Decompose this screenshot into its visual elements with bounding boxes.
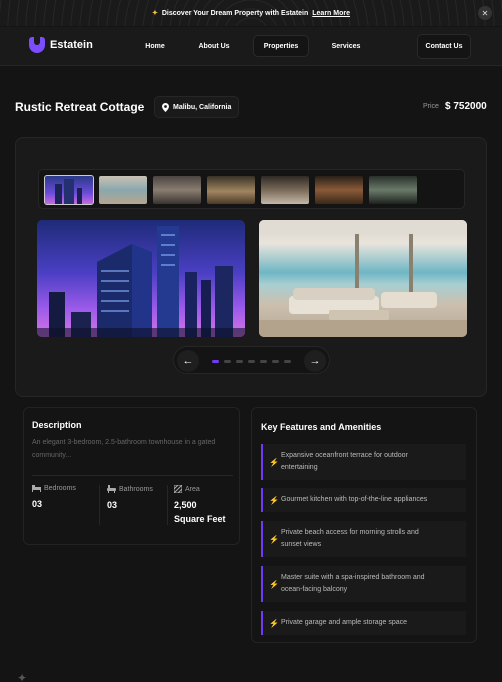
location-text: Malibu, California — [173, 103, 232, 111]
feature-text: Private garage and ample storage space — [281, 619, 408, 626]
sparkle-icon: ✦ — [17, 671, 28, 682]
property-title: Rustic Retreat Cottage — [15, 100, 145, 114]
pager-dot-1[interactable] — [212, 360, 219, 363]
contact-us-button[interactable]: Contact Us — [417, 34, 471, 59]
pager-dot-5[interactable] — [260, 360, 267, 363]
bath-icon — [107, 485, 116, 493]
price-label: Price — [423, 103, 439, 110]
area-icon — [174, 485, 182, 493]
promo-banner: ✦ Discover Your Dream Property with Esta… — [0, 0, 502, 26]
feature-item: ⚡ Expansive oceanfront terrace for outdo… — [261, 444, 466, 480]
main-image-right[interactable] — [259, 220, 467, 337]
bedrooms-value: 03 — [32, 499, 43, 509]
pager-dot-4[interactable] — [248, 360, 255, 363]
features-card: Key Features and Amenities ⚡ Expansive o… — [251, 407, 477, 643]
feature-text: ocean-facing balcony — [281, 586, 348, 593]
description-text: An elegant 3-bedroom, 2.5-bathroom townh… — [32, 439, 216, 459]
feature-item: ⚡ Master suite with a spa-inspired bathr… — [261, 566, 466, 602]
area-value: 2,500 Square Feet — [174, 498, 226, 526]
bathrooms-value: 03 — [107, 500, 118, 510]
thumbnail-2[interactable] — [99, 176, 147, 204]
divider — [167, 485, 168, 525]
logo[interactable]: Estatein — [29, 37, 93, 53]
pager-dot-7[interactable] — [284, 360, 291, 363]
thumbnail-3[interactable] — [153, 176, 201, 204]
lightning-icon: ⚡ — [269, 534, 279, 544]
lightning-icon: ⚡ — [269, 618, 279, 628]
description-card: Description An elegant 3-bedroom, 2.5-ba… — [23, 407, 240, 545]
thumbnail-5[interactable] — [261, 176, 309, 204]
stat-bathrooms: Bathrooms 03 — [107, 485, 153, 512]
thumbnail-6[interactable] — [315, 176, 363, 204]
arrow-right-icon[interactable]: → — [304, 350, 326, 372]
thumbnail-4[interactable] — [207, 176, 255, 204]
logo-text: Estatein — [50, 39, 93, 51]
feature-item: ⚡ Private garage and ample storage space — [261, 611, 466, 635]
close-icon[interactable]: ✕ — [478, 6, 492, 20]
area-unit: Square Feet — [174, 514, 226, 524]
location-pin-icon — [162, 102, 169, 112]
arrow-left-icon[interactable]: ← — [177, 350, 199, 372]
nav-properties[interactable]: Properties — [253, 35, 309, 57]
bedrooms-label: Bedrooms — [44, 485, 76, 492]
image-gallery: ← → — [15, 137, 487, 397]
nav-home[interactable]: Home — [138, 35, 172, 57]
gallery-pager: ← → — [173, 346, 330, 374]
banner-text: Discover Your Dream Property with Estate… — [161, 9, 309, 17]
thumbnail-7[interactable] — [369, 176, 417, 204]
main-image-left[interactable] — [37, 220, 245, 337]
pager-dot-2[interactable] — [224, 360, 231, 363]
thumbnail-1[interactable] — [44, 175, 94, 205]
area-number: 2,500 — [174, 500, 197, 510]
stat-area: Area 2,500 Square Feet — [174, 485, 226, 526]
feature-text: Private beach access for morning strolls… — [281, 529, 419, 536]
stat-bedrooms: Bedrooms 03 — [32, 485, 76, 511]
feature-item: ⚡ Gourmet kitchen with top-of-the-line a… — [261, 488, 466, 512]
nav-services[interactable]: Services — [326, 35, 366, 57]
pager-dot-6[interactable] — [272, 360, 279, 363]
description-title: Description — [32, 420, 82, 430]
navbar: Estatein Home About Us Properties Servic… — [0, 27, 502, 66]
nav-about-us[interactable]: About Us — [193, 35, 235, 57]
features-title: Key Features and Amenities — [261, 422, 382, 432]
pager-dot-3[interactable] — [236, 360, 243, 363]
location-badge: Malibu, California — [154, 96, 240, 118]
logo-icon — [29, 37, 45, 53]
feature-text: Gourmet kitchen with top-of-the-line app… — [281, 496, 428, 503]
learn-more-link[interactable]: Learn More — [312, 10, 350, 17]
feature-text: Master suite with a spa-inspired bathroo… — [281, 574, 425, 581]
bed-icon — [32, 485, 41, 492]
feature-text: Expansive oceanfront terrace for outdoor — [281, 452, 408, 459]
thumbnail-strip — [38, 169, 465, 209]
sparkle-icon: ✦ — [151, 10, 158, 17]
bathrooms-label: Bathrooms — [119, 485, 153, 493]
lightning-icon: ⚡ — [269, 457, 279, 467]
price-value: $ 752000 — [445, 101, 487, 112]
feature-text: entertaining — [281, 464, 318, 471]
divider — [99, 485, 100, 525]
area-label: Area — [185, 485, 200, 493]
lightning-icon: ⚡ — [269, 495, 279, 505]
feature-text: sunset views — [281, 541, 322, 548]
lightning-icon: ⚡ — [269, 579, 279, 589]
divider — [32, 475, 233, 476]
feature-item: ⚡ Private beach access for morning strol… — [261, 521, 466, 557]
